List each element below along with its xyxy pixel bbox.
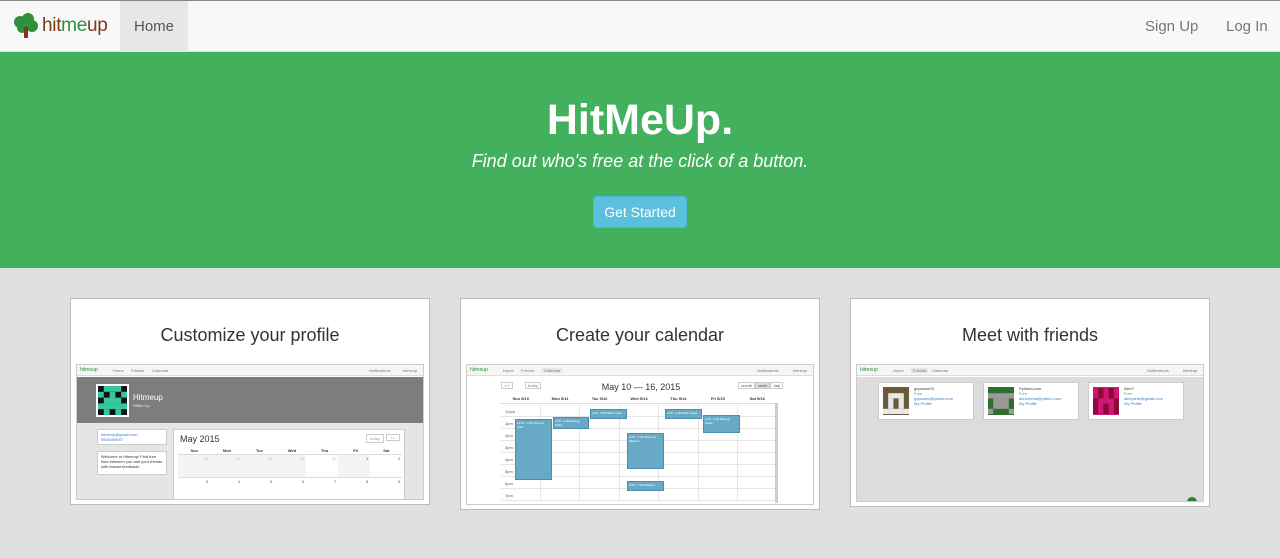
calendar-event[interactable]: 1:00 - 2:00 Math Class xyxy=(590,409,627,419)
mini-navbar: hitmeup Home Friends Calendar Notificati… xyxy=(77,365,423,376)
friend-card[interactable]: PythonLover Free danrohmsl@yahoo.com My … xyxy=(983,382,1079,420)
mini-navbar: hitmeup Home Friends Calendar Notificati… xyxy=(467,365,813,376)
friend-profile-link: My Profile xyxy=(1124,401,1142,406)
about-box: Welcome to Hitmeup! Find free time betwe… xyxy=(97,451,167,475)
scrollbar[interactable] xyxy=(775,403,778,503)
phone-text: 5555488097 xyxy=(101,437,124,442)
brand-link[interactable]: hitmeup xyxy=(12,13,108,39)
weekday-header: Sun Mon Tue Wed Thu Fri Sat xyxy=(190,448,390,453)
friend-card[interactable]: gopower03 Free gopower@yahoo.com My Prof… xyxy=(878,382,974,420)
month-calendar: May 2015 today ‹ › Sun Mon Tue Wed Thu Fri Sat… xyxy=(173,429,405,499)
feature-card-profile: Customize your profile hitmeup Home Frie… xyxy=(70,298,430,505)
mini-navbar: hitmeup Home Friends Calendar Notificati… xyxy=(857,365,1203,376)
card-title: Create your calendar xyxy=(555,325,725,345)
get-started-button[interactable]: Get Started xyxy=(593,196,687,228)
contact-box: hitmeup@gmail.com 5555488097 xyxy=(97,429,167,445)
calendar-grid: 26 27 28 29 30 1 2 3 4 5 6 7 8 9 xyxy=(178,454,402,499)
signup-link[interactable]: Sign Up xyxy=(1145,1,1198,52)
feature-card-calendar: Create your calendar hitmeup Home Friend… xyxy=(460,298,820,510)
calendar-event[interactable]: 12:00 - 5:00 Journal Club xyxy=(515,419,552,480)
friends-area: gopower03 Free gopower@yahoo.com My Prof… xyxy=(857,377,1203,501)
profile-name: Hitmeup xyxy=(133,393,163,402)
brand-name: hitmeup xyxy=(42,15,108,36)
hero-title: HitMeUp. xyxy=(546,96,734,144)
avatar xyxy=(1093,387,1119,415)
friend-profile-link: My Profile xyxy=(1019,401,1037,406)
calendar-event[interactable]: 2:00 - 5:00 Study for Midterm xyxy=(627,433,664,469)
friend-card[interactable]: AlexT Free alexyshie@gmail.com My Profil… xyxy=(1088,382,1184,420)
avatar xyxy=(96,384,129,417)
avatar xyxy=(883,387,909,415)
calendar-screenshot: hitmeup Home Friends Calendar Notificati… xyxy=(466,364,814,505)
today-button[interactable]: today xyxy=(366,434,384,443)
nav-home-link[interactable]: Home xyxy=(120,1,188,52)
card-title: Meet with friends xyxy=(961,325,1099,345)
refresh-icon[interactable] xyxy=(1187,497,1197,501)
calendar-nav-buttons[interactable]: ‹ › xyxy=(386,434,400,441)
tree-logo-icon xyxy=(12,13,40,39)
week-grid: 12:00 - 5:00 Journal Club 1:00 - 2:00 Bi… xyxy=(501,405,777,501)
hero-subtitle: Find out who's free at the click of a bu… xyxy=(471,151,809,171)
card-title: Customize your profile xyxy=(160,325,340,345)
avatar xyxy=(988,387,1014,415)
view-switcher[interactable]: month week day xyxy=(738,382,783,389)
calendar-event[interactable]: 1:00 - 2:00 Biology Class xyxy=(703,415,740,433)
calendar-event[interactable]: 6:00 - 7:00 Midterm xyxy=(627,481,664,491)
week-day-header: Sun 5/10 Mon 5/11 Tue 5/12 Wed 5/13 Thu 5/14… xyxy=(501,396,777,404)
hero-banner: HitMeUp. Find out who's free at the clic… xyxy=(0,52,1280,268)
profile-subtitle: HitMe Up xyxy=(133,403,150,408)
feature-card-friends: Meet with friends hitmeup Home Friends C… xyxy=(850,298,1210,507)
profile-header: Hitmeup HitMe Up xyxy=(77,377,423,423)
friends-screenshot: hitmeup Home Friends Calendar Notificati… xyxy=(856,364,1204,502)
calendar-title: May 2015 xyxy=(180,434,220,444)
friend-profile-link: My Profile xyxy=(914,401,932,406)
login-link[interactable]: Log In xyxy=(1226,1,1268,52)
profile-body: hitmeup@gmail.com 5555488097 Welcome to … xyxy=(77,423,423,499)
calendar-event[interactable]: 1:00 - 2:00 Biology Class xyxy=(553,417,589,429)
calendar-event[interactable]: 1:00 - 2:00 Math Class xyxy=(665,409,702,419)
profile-screenshot: hitmeup Home Friends Calendar Notificati… xyxy=(76,364,424,500)
top-navbar: hitmeup Home Sign Up Log In xyxy=(0,0,1280,52)
